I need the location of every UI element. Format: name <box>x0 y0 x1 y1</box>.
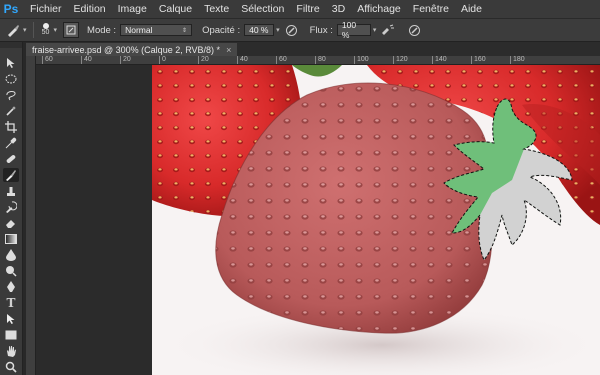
document-tab-bar: fraise-arrivee.psd @ 300% (Calque 2, RVB… <box>26 42 600 56</box>
menu-bar: Ps Fichier Edition Image Calque Texte Sé… <box>0 0 600 19</box>
tool-preset-chevron-icon[interactable]: ▾ <box>23 26 27 34</box>
brush-icon[interactable] <box>3 21 23 39</box>
menu-selection[interactable]: Sélection <box>235 3 290 15</box>
marquee-icon[interactable] <box>3 72 19 86</box>
ruler-tick-label: 20 <box>198 56 209 64</box>
ruler-tick-label: 0 <box>159 56 166 64</box>
flow-field[interactable]: 100 % <box>336 20 371 40</box>
ruler-tick-label: 100 <box>354 56 369 64</box>
menu-edition[interactable]: Edition <box>68 3 112 15</box>
opacity-field[interactable]: 40 % <box>244 24 275 36</box>
shape-icon[interactable] <box>3 328 19 342</box>
brush-panel-toggle-icon[interactable] <box>63 22 80 38</box>
opacity-value: 40 % <box>249 25 269 35</box>
stamp-icon[interactable] <box>3 184 19 198</box>
brush-size-value: 50 <box>41 29 50 36</box>
menu-calque[interactable]: Calque <box>153 3 198 15</box>
hand-icon[interactable] <box>3 344 19 358</box>
close-icon[interactable]: × <box>226 45 231 55</box>
flow-label: Flux : <box>309 24 333 36</box>
menu-texte[interactable]: Texte <box>198 3 235 15</box>
select-arrows-icon: ⇕ <box>182 27 188 34</box>
ruler-vertical[interactable] <box>26 56 36 375</box>
healing-icon[interactable] <box>3 152 19 166</box>
tools-panel: T <box>0 42 23 375</box>
brush-tool-icon[interactable] <box>3 168 19 182</box>
separator <box>32 22 34 38</box>
menu-affichage[interactable]: Affichage <box>351 3 407 15</box>
eyedropper-icon[interactable] <box>3 136 19 150</box>
ruler-tick-label: 60 <box>42 56 53 64</box>
ruler-horizontal[interactable]: 60 40 20 0 20 40 60 80 100 120 140 160 1… <box>36 56 600 65</box>
options-bar: ▾ 50 ▾ Mode : Normal ⇕ Opacité : 40 % ▾ … <box>0 19 600 42</box>
ruler-tick-label: 40 <box>237 56 248 64</box>
opacity-label: Opacité : <box>202 24 241 36</box>
ruler-tick-label: 160 <box>471 56 486 64</box>
mode-select[interactable]: Normal ⇕ <box>120 24 193 36</box>
document-canvas[interactable] <box>152 65 600 375</box>
zoom-icon[interactable] <box>3 360 19 374</box>
eraser-icon[interactable] <box>3 216 19 230</box>
pen-icon[interactable] <box>3 280 19 294</box>
airbrush-icon[interactable] <box>380 22 396 38</box>
ruler-tick-label: 20 <box>120 56 131 64</box>
ruler-tick-label: 120 <box>393 56 408 64</box>
ruler-tick-label: 180 <box>510 56 525 64</box>
menu-3d[interactable]: 3D <box>326 3 351 15</box>
ruler-tick-label: 60 <box>276 56 287 64</box>
pressure-size-icon[interactable] <box>406 22 422 38</box>
document-tab-title: fraise-arrivee.psd @ 300% (Calque 2, RVB… <box>32 44 221 55</box>
brush-picker-chevron-icon[interactable]: ▾ <box>54 26 58 34</box>
ruler-tick-label: 140 <box>432 56 447 64</box>
document-tab[interactable]: fraise-arrivee.psd @ 300% (Calque 2, RVB… <box>26 43 238 56</box>
lasso-icon[interactable] <box>3 88 19 102</box>
history-brush-icon[interactable] <box>3 200 19 214</box>
tools-panel-grip[interactable] <box>0 42 22 48</box>
flow-chevron-icon[interactable]: ▾ <box>373 26 377 34</box>
opacity-chevron-icon[interactable]: ▾ <box>276 26 280 34</box>
menu-aide[interactable]: Aide <box>455 3 488 15</box>
magic-wand-icon[interactable] <box>3 104 19 118</box>
menu-filtre[interactable]: Filtre <box>290 3 325 15</box>
type-icon[interactable]: T <box>3 296 19 310</box>
ruler-tick-label: 40 <box>81 56 92 64</box>
mode-label: Mode : <box>87 24 117 36</box>
pressure-opacity-icon[interactable] <box>284 22 300 38</box>
crop-icon[interactable] <box>3 120 19 134</box>
blur-icon[interactable] <box>3 248 19 262</box>
move-icon[interactable] <box>3 56 19 70</box>
flow-value: 100 % <box>341 20 357 40</box>
ruler-tick-label: 80 <box>315 56 326 64</box>
mode-value: Normal <box>125 25 153 35</box>
dodge-icon[interactable] <box>3 264 19 278</box>
gradient-icon[interactable] <box>3 232 19 246</box>
photoshop-logo: Ps <box>3 2 19 16</box>
path-select-icon[interactable] <box>3 312 19 326</box>
brush-size-picker[interactable]: 50 <box>38 21 54 39</box>
menu-image[interactable]: Image <box>112 3 153 15</box>
menu-fenetre[interactable]: Fenêtre <box>407 3 455 15</box>
menu-fichier[interactable]: Fichier <box>24 3 68 15</box>
strawberry-image <box>152 65 600 375</box>
